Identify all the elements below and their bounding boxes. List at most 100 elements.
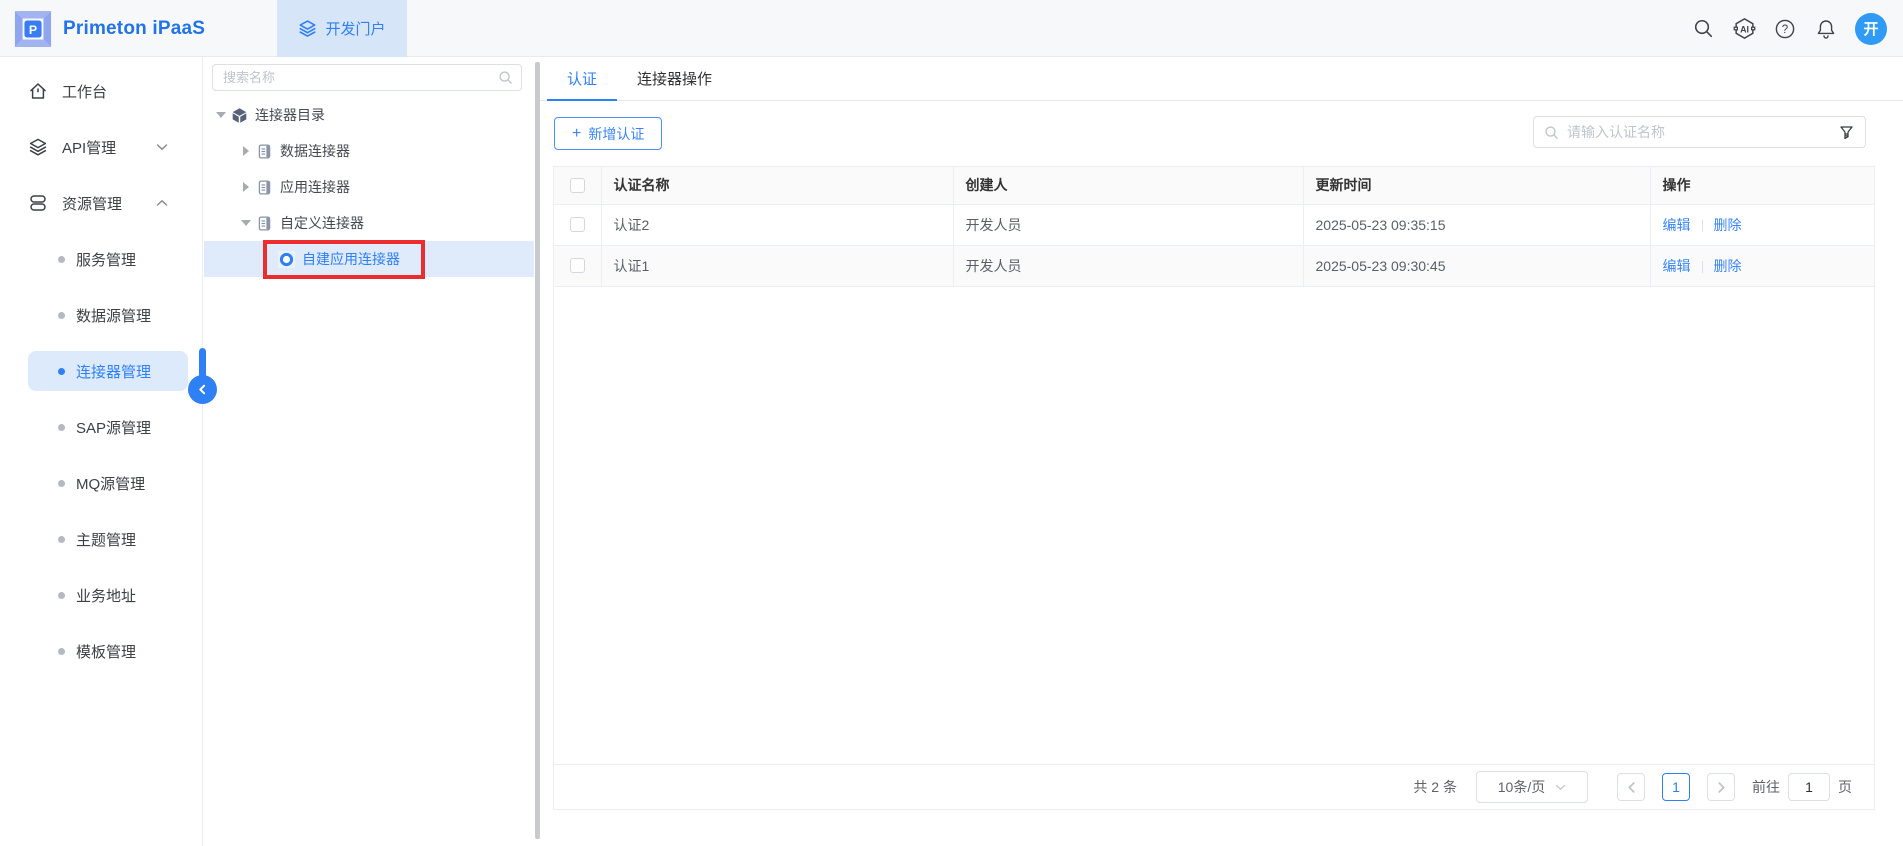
notification-bell-icon[interactable] bbox=[1814, 17, 1838, 41]
select-all-checkbox[interactable] bbox=[570, 178, 585, 193]
sidebar-item-datasource-mgmt[interactable]: 数据源管理 bbox=[28, 295, 188, 335]
user-avatar[interactable]: 开 bbox=[1855, 13, 1887, 45]
sidebar-item-connector-mgmt[interactable]: 连接器管理 bbox=[28, 351, 188, 391]
tree-search-input[interactable] bbox=[223, 70, 498, 85]
document-icon bbox=[256, 179, 273, 196]
tab-connector-operations[interactable]: 连接器操作 bbox=[617, 57, 732, 100]
action-divider bbox=[1702, 261, 1703, 273]
cell-auth-name: 认证2 bbox=[601, 204, 953, 245]
column-header-updated: 更新时间 bbox=[1303, 167, 1650, 204]
tab-authentication[interactable]: 认证 bbox=[547, 57, 617, 100]
tree-scrollbar[interactable] bbox=[535, 62, 540, 839]
ai-assistant-icon[interactable]: AI bbox=[1732, 17, 1756, 41]
connector-tree-panel: 连接器目录 数据连接器 bbox=[204, 57, 540, 846]
bullet-icon bbox=[58, 592, 65, 599]
sidebar-item-service-mgmt[interactable]: 服务管理 bbox=[28, 239, 188, 279]
goto-page-input[interactable] bbox=[1788, 773, 1830, 801]
auth-table: 认证名称 创建人 更新时间 操作 认证2 开发人员 2025-05-23 09:… bbox=[554, 167, 1874, 287]
sidebar-item-business-address[interactable]: 业务地址 bbox=[28, 575, 188, 615]
sidebar-item-topic-mgmt[interactable]: 主题管理 bbox=[28, 519, 188, 559]
sidebar-item-label: API管理 bbox=[62, 137, 116, 158]
plus-icon: + bbox=[572, 126, 581, 142]
sidebar-item-template-mgmt[interactable]: 模板管理 bbox=[28, 631, 188, 671]
logo-mark-icon: P bbox=[14, 10, 52, 48]
tree-node-label: 自建应用连接器 bbox=[302, 249, 400, 269]
portal-tab-dev[interactable]: 开发门户 bbox=[277, 0, 407, 57]
search-icon[interactable] bbox=[498, 70, 513, 85]
auth-table-card: 认证名称 创建人 更新时间 操作 认证2 开发人员 2025-05-23 09:… bbox=[553, 166, 1875, 810]
bullet-icon bbox=[58, 368, 65, 375]
tab-label: 认证 bbox=[567, 68, 597, 89]
auth-search-input[interactable] bbox=[1567, 124, 1830, 140]
sidebar-item-label: 数据源管理 bbox=[76, 305, 151, 326]
column-header-auth-name: 认证名称 bbox=[601, 167, 953, 204]
app-header: P Primeton iPaaS 开发门户 AI bbox=[0, 0, 1903, 57]
tree-node-connector-catalog[interactable]: 连接器目录 bbox=[204, 97, 534, 133]
bullet-icon bbox=[58, 480, 65, 487]
bullet-icon bbox=[58, 536, 65, 543]
sidebar-item-label: 主题管理 bbox=[76, 529, 136, 550]
tree-node-label: 数据连接器 bbox=[280, 141, 350, 161]
edit-link[interactable]: 编辑 bbox=[1663, 217, 1691, 233]
tree-node-label: 自定义连接器 bbox=[280, 213, 364, 233]
delete-link[interactable]: 删除 bbox=[1714, 217, 1742, 233]
table-header-row: 认证名称 创建人 更新时间 操作 bbox=[554, 167, 1874, 204]
add-auth-label: 新增认证 bbox=[588, 124, 644, 144]
sidebar-item-label: 连接器管理 bbox=[76, 361, 151, 382]
chevron-down-icon bbox=[1555, 784, 1566, 791]
tree-search-box bbox=[212, 64, 522, 91]
sidebar-item-api[interactable]: API管理 bbox=[0, 127, 202, 167]
layers-icon bbox=[298, 19, 317, 38]
svg-text:?: ? bbox=[1782, 24, 1788, 36]
search-icon bbox=[1544, 125, 1559, 140]
sidebar-item-sap-mgmt[interactable]: SAP源管理 bbox=[28, 407, 188, 447]
sidebar-item-label: MQ源管理 bbox=[76, 473, 145, 494]
caret-down-icon[interactable] bbox=[213, 112, 229, 118]
caret-right-icon[interactable] bbox=[238, 182, 254, 192]
sidebar-item-resources[interactable]: 资源管理 bbox=[0, 183, 202, 223]
column-header-creator: 创建人 bbox=[953, 167, 1303, 204]
help-icon[interactable]: ? bbox=[1773, 17, 1797, 41]
total-count-label: 共 2 条 bbox=[1413, 777, 1457, 797]
logo-text: Primeton iPaaS bbox=[63, 18, 205, 40]
chevron-left-icon bbox=[1627, 782, 1636, 793]
delete-link[interactable]: 删除 bbox=[1714, 258, 1742, 274]
tree-node-label: 应用连接器 bbox=[280, 177, 350, 197]
bullet-icon bbox=[58, 312, 65, 319]
sidebar-item-label: SAP源管理 bbox=[76, 417, 151, 438]
action-divider bbox=[1702, 220, 1703, 232]
next-page-button[interactable] bbox=[1707, 773, 1735, 801]
cell-updated: 2025-05-23 09:30:45 bbox=[1303, 245, 1650, 286]
search-icon[interactable] bbox=[1691, 17, 1715, 41]
sidebar-item-mq-mgmt[interactable]: MQ源管理 bbox=[28, 463, 188, 503]
page-number-button[interactable]: 1 bbox=[1662, 773, 1690, 801]
caret-down-icon[interactable] bbox=[238, 220, 254, 226]
filter-funnel-icon[interactable] bbox=[1838, 124, 1855, 141]
tree-node-label: 连接器目录 bbox=[255, 105, 325, 125]
prev-page-button[interactable] bbox=[1617, 773, 1645, 801]
sidebar-item-label: 资源管理 bbox=[62, 193, 122, 214]
row-checkbox[interactable] bbox=[570, 217, 585, 232]
edit-link[interactable]: 编辑 bbox=[1663, 258, 1691, 274]
add-auth-button[interactable]: + 新增认证 bbox=[554, 117, 662, 150]
tree-node-custom-connector[interactable]: 自定义连接器 bbox=[204, 205, 534, 241]
ring-icon bbox=[278, 251, 295, 268]
content-tab-bar: 认证 连接器操作 bbox=[540, 57, 1903, 101]
tree-node-app-connector[interactable]: 应用连接器 bbox=[204, 169, 534, 205]
tree-node-data-connector[interactable]: 数据连接器 bbox=[204, 133, 534, 169]
sidebar-item-workbench[interactable]: 工作台 bbox=[0, 71, 202, 111]
layers-icon bbox=[28, 137, 48, 157]
cell-auth-name: 认证1 bbox=[601, 245, 953, 286]
connector-tree: 连接器目录 数据连接器 bbox=[204, 97, 534, 277]
sidebar-nav: 工作台 API管理 资源管理 服务管理 数据源管理 bbox=[0, 57, 203, 846]
sidebar-item-label: 模板管理 bbox=[76, 641, 136, 662]
page-size-select[interactable]: 10条/页 bbox=[1476, 771, 1588, 803]
caret-right-icon[interactable] bbox=[238, 146, 254, 156]
sidebar-item-label: 业务地址 bbox=[76, 585, 136, 606]
page-size-value: 10条/页 bbox=[1498, 777, 1545, 797]
tree-node-selfbuilt-app-connector[interactable]: 自建应用连接器 bbox=[204, 241, 534, 277]
cell-updated: 2025-05-23 09:35:15 bbox=[1303, 204, 1650, 245]
sidebar-collapse-button[interactable] bbox=[188, 375, 217, 404]
row-checkbox[interactable] bbox=[570, 258, 585, 273]
ai-badge-text: AI bbox=[1740, 24, 1749, 34]
